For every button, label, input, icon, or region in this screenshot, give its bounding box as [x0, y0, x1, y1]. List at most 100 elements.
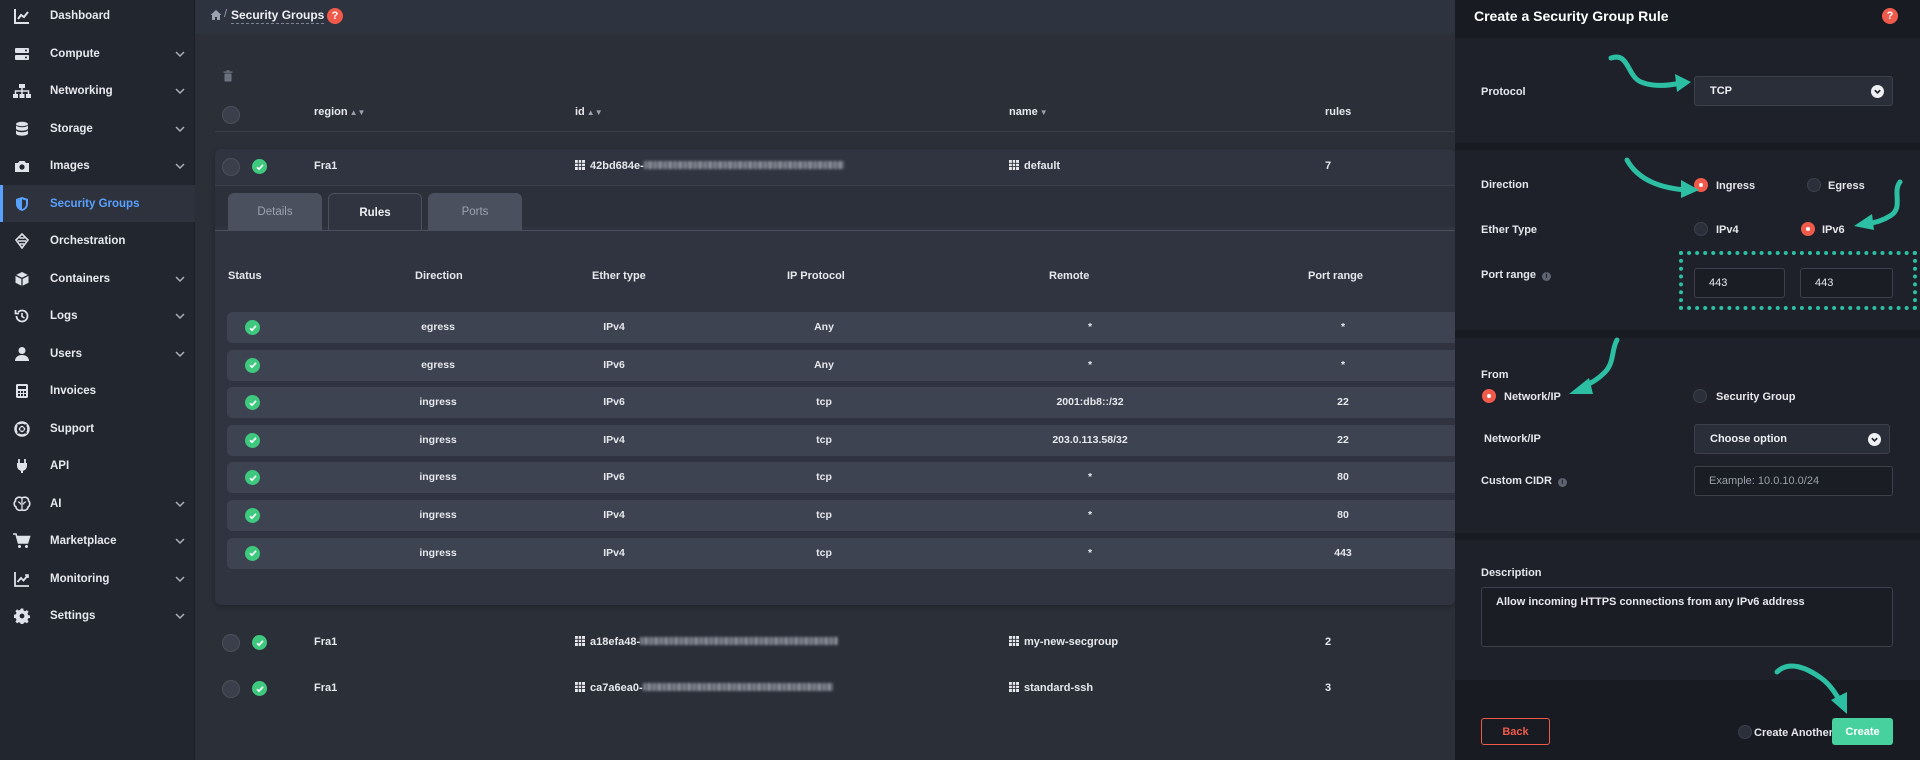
- sidebar-item-label: Dashboard: [50, 9, 111, 22]
- ingress-label[interactable]: Ingress: [1716, 180, 1755, 192]
- calculator-icon: [13, 382, 31, 400]
- table-icon: [1009, 682, 1019, 692]
- sidebar-item-invoices[interactable]: Invoices: [0, 372, 195, 409]
- server-icon: [13, 45, 31, 63]
- column-header-region[interactable]: region ▲▼: [314, 106, 365, 118]
- status-ok-icon: [245, 320, 260, 335]
- sidebar-item-monitoring[interactable]: Monitoring: [0, 560, 195, 597]
- protocol-label: Protocol: [1481, 86, 1526, 98]
- rules-header-protocol: IP Protocol: [787, 270, 845, 282]
- sidebar-item-containers[interactable]: Containers: [0, 260, 195, 297]
- row-name[interactable]: my-new-secgroup: [1009, 636, 1118, 648]
- direction-label: Direction: [1481, 179, 1529, 191]
- protocol-select[interactable]: TCP: [1694, 76, 1893, 106]
- network-ip-select[interactable]: Choose option: [1694, 424, 1890, 454]
- rule-port-range: 22: [1337, 396, 1349, 409]
- column-header-rules[interactable]: rules: [1325, 106, 1351, 118]
- sidebar-item-marketplace[interactable]: Marketplace: [0, 522, 195, 559]
- sidebar-item-support[interactable]: Support: [0, 410, 195, 447]
- sidebar-item-settings[interactable]: Settings: [0, 597, 195, 634]
- column-header-name[interactable]: name ▼: [1009, 106, 1048, 118]
- expanded-row-panel: Fra1 42bd684e- default 7 Details Rules P…: [215, 149, 1455, 605]
- chevron-down-icon: [173, 534, 187, 548]
- rule-port-range: 80: [1337, 471, 1349, 484]
- select-all-checkbox[interactable]: [222, 106, 240, 124]
- ipv4-radio[interactable]: [1694, 222, 1708, 236]
- rule-port-range: 22: [1337, 433, 1349, 446]
- sort-icon: ▲▼: [349, 108, 366, 117]
- row-rules-count: 3: [1325, 682, 1332, 694]
- breadcrumb-separator: /: [224, 8, 228, 20]
- sidebar-item-logs[interactable]: Logs: [0, 297, 195, 334]
- chevron-down-icon: [173, 497, 187, 511]
- create-button[interactable]: Create: [1832, 718, 1893, 745]
- gear-icon: [13, 607, 31, 625]
- rule-ether-type: IPv4: [603, 433, 625, 446]
- ipv6-label[interactable]: IPv6: [1822, 224, 1845, 236]
- create-rule-drawer: Create a Security Group Rule ? Protocol …: [1455, 0, 1920, 760]
- ipv6-radio[interactable]: [1801, 222, 1815, 236]
- redacted-id: [643, 161, 844, 169]
- column-header-id[interactable]: id ▲▼: [575, 106, 603, 118]
- help-icon[interactable]: ?: [1882, 8, 1898, 24]
- help-icon[interactable]: ?: [327, 8, 343, 24]
- brain-icon: [13, 495, 31, 513]
- row-checkbox[interactable]: [222, 158, 240, 176]
- back-button[interactable]: Back: [1481, 718, 1550, 745]
- sidebar-item-api[interactable]: API: [0, 447, 195, 484]
- row-id[interactable]: 42bd684e-: [575, 160, 844, 172]
- sidebar-item-users[interactable]: Users: [0, 335, 195, 372]
- from-label: From: [1481, 369, 1509, 381]
- trash-icon[interactable]: [222, 70, 234, 82]
- status-ok-icon: [245, 395, 260, 411]
- rules-header-ether: Ether type: [592, 270, 646, 282]
- row-name-text: my-new-secgroup: [1024, 636, 1119, 648]
- rule-row: egress IPv6 Any * *: [227, 349, 1455, 381]
- security-group-radio-label[interactable]: Security Group: [1716, 391, 1795, 403]
- sidebar-item-images[interactable]: Images: [0, 147, 195, 184]
- home-icon[interactable]: [210, 9, 222, 21]
- annotation-arrow-icon: [1854, 179, 1903, 230]
- status-ok-icon: [245, 545, 260, 561]
- chevron-down-icon: [173, 122, 187, 136]
- sidebar-item-dashboard[interactable]: Dashboard: [0, 0, 195, 34]
- chevron-down-icon: [173, 272, 187, 286]
- info-icon[interactable]: i: [1542, 272, 1552, 281]
- row-id[interactable]: ca7a6ea0-: [575, 682, 833, 694]
- description-textarea[interactable]: Allow incoming HTTPS connections from an…: [1481, 587, 1893, 647]
- network-ip-radio-label[interactable]: Network/IP: [1504, 391, 1561, 403]
- sidebar-item-security-groups[interactable]: Security Groups: [0, 185, 195, 222]
- rule-port-range: *: [1340, 321, 1346, 333]
- create-another-label[interactable]: Create Another: [1754, 727, 1833, 739]
- network-ip-radio[interactable]: [1482, 389, 1496, 403]
- row-name[interactable]: standard-ssh: [1009, 682, 1093, 694]
- status-ok-icon: [245, 508, 260, 523]
- redacted-id: [642, 683, 833, 691]
- tabs-divider: [215, 230, 1455, 231]
- custom-cidr-input[interactable]: Example: 10.0.10.0/24: [1694, 466, 1893, 496]
- chevron-down-icon: [173, 309, 187, 323]
- tab-rules[interactable]: Rules: [328, 193, 422, 231]
- sidebar-item-storage[interactable]: Storage: [0, 110, 195, 147]
- table-icon: [1009, 160, 1019, 170]
- custom-cidr-label: Custom CIDR i: [1481, 475, 1567, 487]
- row-checkbox[interactable]: [222, 680, 240, 698]
- create-another-radio[interactable]: [1738, 725, 1752, 739]
- row-name[interactable]: default: [1009, 160, 1060, 172]
- sidebar-item-orchestration[interactable]: Orchestration: [0, 222, 195, 259]
- ipv4-label[interactable]: IPv4: [1716, 224, 1739, 236]
- info-icon[interactable]: i: [1557, 478, 1567, 487]
- row-checkbox[interactable]: [222, 634, 240, 652]
- sidebar-item-compute[interactable]: Compute: [0, 35, 195, 72]
- security-group-radio[interactable]: [1693, 389, 1707, 403]
- row-id[interactable]: a18efa48-: [575, 636, 839, 648]
- tab-details[interactable]: Details: [228, 193, 322, 231]
- tab-ports[interactable]: Ports: [428, 193, 522, 231]
- row-name-text: standard-ssh: [1024, 682, 1094, 694]
- rule-ether-type: IPv6: [603, 396, 625, 409]
- sidebar-item-networking[interactable]: Networking: [0, 72, 195, 109]
- egress-radio[interactable]: [1807, 178, 1821, 192]
- rule-remote: *: [1087, 471, 1093, 484]
- sidebar-item-ai[interactable]: AI: [0, 485, 195, 522]
- rule-ether-type: IPv6: [603, 471, 625, 484]
